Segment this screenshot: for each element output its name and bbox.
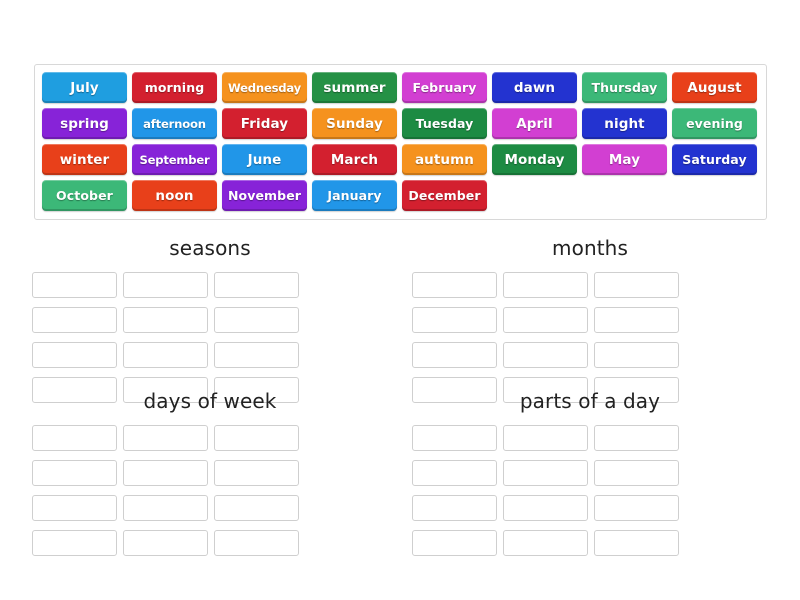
drop-zone-slot[interactable] (214, 425, 299, 451)
category-title-days-of-week: days of week (143, 389, 277, 413)
drop-zone-slot[interactable] (214, 342, 299, 368)
word-tile[interactable]: spring (42, 108, 127, 139)
word-tile[interactable]: evening (672, 108, 757, 139)
category-title-seasons: seasons (169, 236, 251, 260)
word-tile[interactable]: July (42, 72, 127, 103)
drop-zone-slot[interactable] (503, 495, 588, 521)
drop-zone-slot[interactable] (32, 530, 117, 556)
drop-zone-slot[interactable] (32, 425, 117, 451)
word-tile[interactable]: dawn (492, 72, 577, 103)
category-group-parts-of-a-day: parts of a day (412, 389, 768, 556)
drop-zone-slot[interactable] (214, 530, 299, 556)
word-tile[interactable]: Wednesday (222, 72, 307, 103)
word-tile[interactable]: Tuesday (402, 108, 487, 139)
word-tile[interactable]: March (312, 144, 397, 175)
word-tile[interactable]: February (402, 72, 487, 103)
word-tile[interactable]: winter (42, 144, 127, 175)
drop-zone-grid-months (412, 272, 768, 403)
word-tile[interactable]: April (492, 108, 577, 139)
word-tile[interactable]: morning (132, 72, 217, 103)
drop-zone-slot[interactable] (123, 425, 208, 451)
drop-zone-slot[interactable] (412, 272, 497, 298)
word-tile[interactable]: autumn (402, 144, 487, 175)
category-group-months: months (412, 236, 768, 403)
drop-zone-slot[interactable] (503, 272, 588, 298)
drop-zone-slot[interactable] (214, 495, 299, 521)
drop-zone-slot[interactable] (503, 530, 588, 556)
drop-zone-slot[interactable] (32, 495, 117, 521)
drop-zone-slot[interactable] (412, 460, 497, 486)
drop-zone-slot[interactable] (123, 460, 208, 486)
word-tile[interactable]: Saturday (672, 144, 757, 175)
drop-zone-slot[interactable] (594, 307, 679, 333)
drop-zone-slot[interactable] (503, 425, 588, 451)
word-tile[interactable]: May (582, 144, 667, 175)
drop-zone-slot[interactable] (503, 460, 588, 486)
category-title-months: months (552, 236, 628, 260)
word-tile[interactable]: noon (132, 180, 217, 211)
drop-zone-slot[interactable] (214, 307, 299, 333)
drop-zone-slot[interactable] (594, 342, 679, 368)
drop-zone-slot[interactable] (32, 342, 117, 368)
drop-zone-slot[interactable] (123, 342, 208, 368)
drop-zone-slot[interactable] (594, 272, 679, 298)
drop-zone-slot[interactable] (503, 307, 588, 333)
drop-zone-slot[interactable] (123, 495, 208, 521)
word-tile[interactable]: night (582, 108, 667, 139)
word-bank-panel: July morning Wednesday summer February dawn Th… (34, 64, 767, 220)
drop-zone-slot[interactable] (214, 460, 299, 486)
drop-zone-slot[interactable] (32, 272, 117, 298)
word-tile[interactable]: Monday (492, 144, 577, 175)
drop-zone-slot[interactable] (503, 342, 588, 368)
drop-zone-slot[interactable] (412, 342, 497, 368)
drop-zone-slot[interactable] (412, 307, 497, 333)
drop-zone-slot[interactable] (412, 425, 497, 451)
word-tile[interactable]: September (132, 144, 217, 175)
word-tile[interactable]: summer (312, 72, 397, 103)
word-tile[interactable]: Thursday (582, 72, 667, 103)
drop-zone-slot[interactable] (412, 530, 497, 556)
word-tile[interactable]: June (222, 144, 307, 175)
word-tile[interactable]: August (672, 72, 757, 103)
drop-zone-slot[interactable] (32, 307, 117, 333)
drop-zone-slot[interactable] (594, 495, 679, 521)
drop-zone-slot[interactable] (214, 272, 299, 298)
word-tile[interactable]: October (42, 180, 127, 211)
word-bank-tile-list: July morning Wednesday summer February dawn Th… (42, 72, 760, 211)
drop-zone-slot[interactable] (123, 530, 208, 556)
drop-zone-grid-days-of-week (32, 425, 388, 556)
drop-zone-slot[interactable] (32, 460, 117, 486)
drop-zone-slot[interactable] (594, 460, 679, 486)
drop-zone-slot[interactable] (412, 495, 497, 521)
category-group-days-of-week: days of week (32, 389, 388, 556)
drop-zone-grid-parts-of-a-day (412, 425, 768, 556)
drop-zone-grid-seasons (32, 272, 388, 403)
word-tile[interactable]: January (312, 180, 397, 211)
drop-zone-slot[interactable] (123, 307, 208, 333)
word-tile[interactable]: Sunday (312, 108, 397, 139)
drop-zone-slot[interactable] (594, 425, 679, 451)
drop-zone-slot[interactable] (594, 530, 679, 556)
word-tile[interactable]: November (222, 180, 307, 211)
word-tile[interactable]: afternoon (132, 108, 217, 139)
category-title-parts-of-a-day: parts of a day (519, 389, 661, 413)
drop-zone-slot[interactable] (123, 272, 208, 298)
word-tile[interactable]: December (402, 180, 487, 211)
category-group-seasons: seasons (32, 236, 388, 403)
word-tile[interactable]: Friday (222, 108, 307, 139)
activity-canvas: July morning Wednesday summer February dawn Th… (0, 0, 800, 600)
